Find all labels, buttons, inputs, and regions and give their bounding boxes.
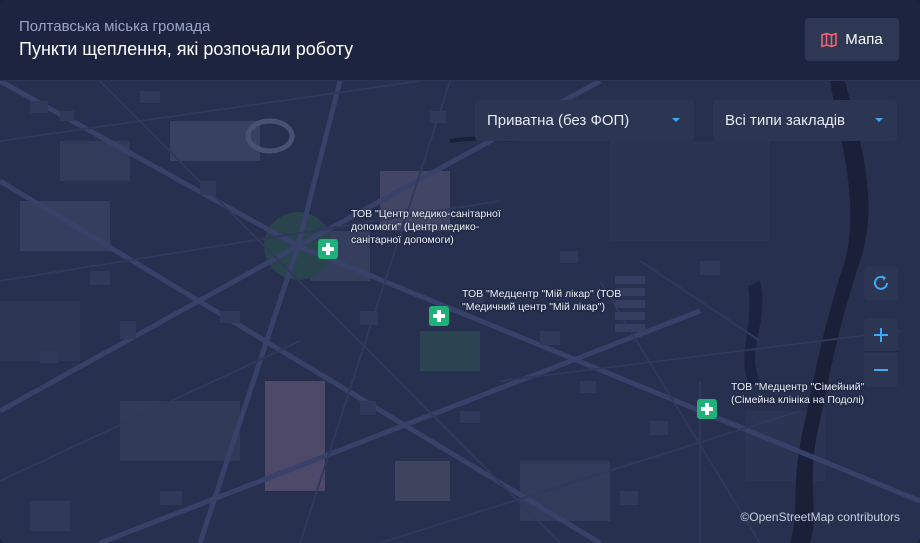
map-canvas[interactable]: ТОВ "Центр медико-санітарної допомоги" (…	[0, 81, 920, 543]
caret-down-icon	[672, 118, 680, 122]
map-view-button[interactable]: Мапа	[805, 18, 899, 61]
marker-label: ТОВ "Медцентр "Сімейний" (Сімейна клінік…	[731, 381, 865, 406]
widget-header: Полтавська міська громада Пункти щепленн…	[0, 0, 920, 81]
map-icon	[821, 32, 838, 48]
map-button-label: Мапа	[845, 31, 883, 48]
facility-type-filter-value: Всі типи закладів	[725, 112, 846, 129]
zoom-out-button[interactable]	[864, 353, 898, 387]
plus-icon	[874, 327, 888, 342]
ownership-filter-select[interactable]: Приватна (без ФОП)	[475, 100, 694, 141]
vaccination-marker[interactable]	[697, 399, 717, 419]
minus-icon	[874, 369, 888, 371]
facility-type-filter-select[interactable]: Всі типи закладів	[713, 100, 897, 141]
caret-down-icon	[875, 118, 883, 122]
marker-label: ТОВ "Медцентр "Мій лікар" (ТОВ "Медичний…	[462, 288, 622, 313]
vaccination-marker[interactable]	[318, 239, 338, 259]
map-attribution[interactable]: ©OpenStreetMap contributors	[740, 510, 900, 524]
map-tiles	[0, 81, 920, 543]
refresh-icon	[874, 275, 888, 290]
widget-title: Пункти щеплення, які розпочали роботу	[19, 39, 354, 59]
marker-label: ТОВ "Центр медико-санітарної допомоги" (…	[351, 208, 501, 246]
vaccination-map-widget: Полтавська міська громада Пункти щепленн…	[0, 0, 920, 543]
zoom-in-button[interactable]	[864, 318, 898, 352]
community-name: Полтавська міська громада	[19, 18, 211, 35]
refresh-button[interactable]	[864, 266, 898, 300]
vaccination-marker[interactable]	[429, 306, 449, 326]
ownership-filter-value: Приватна (без ФОП)	[487, 112, 630, 129]
